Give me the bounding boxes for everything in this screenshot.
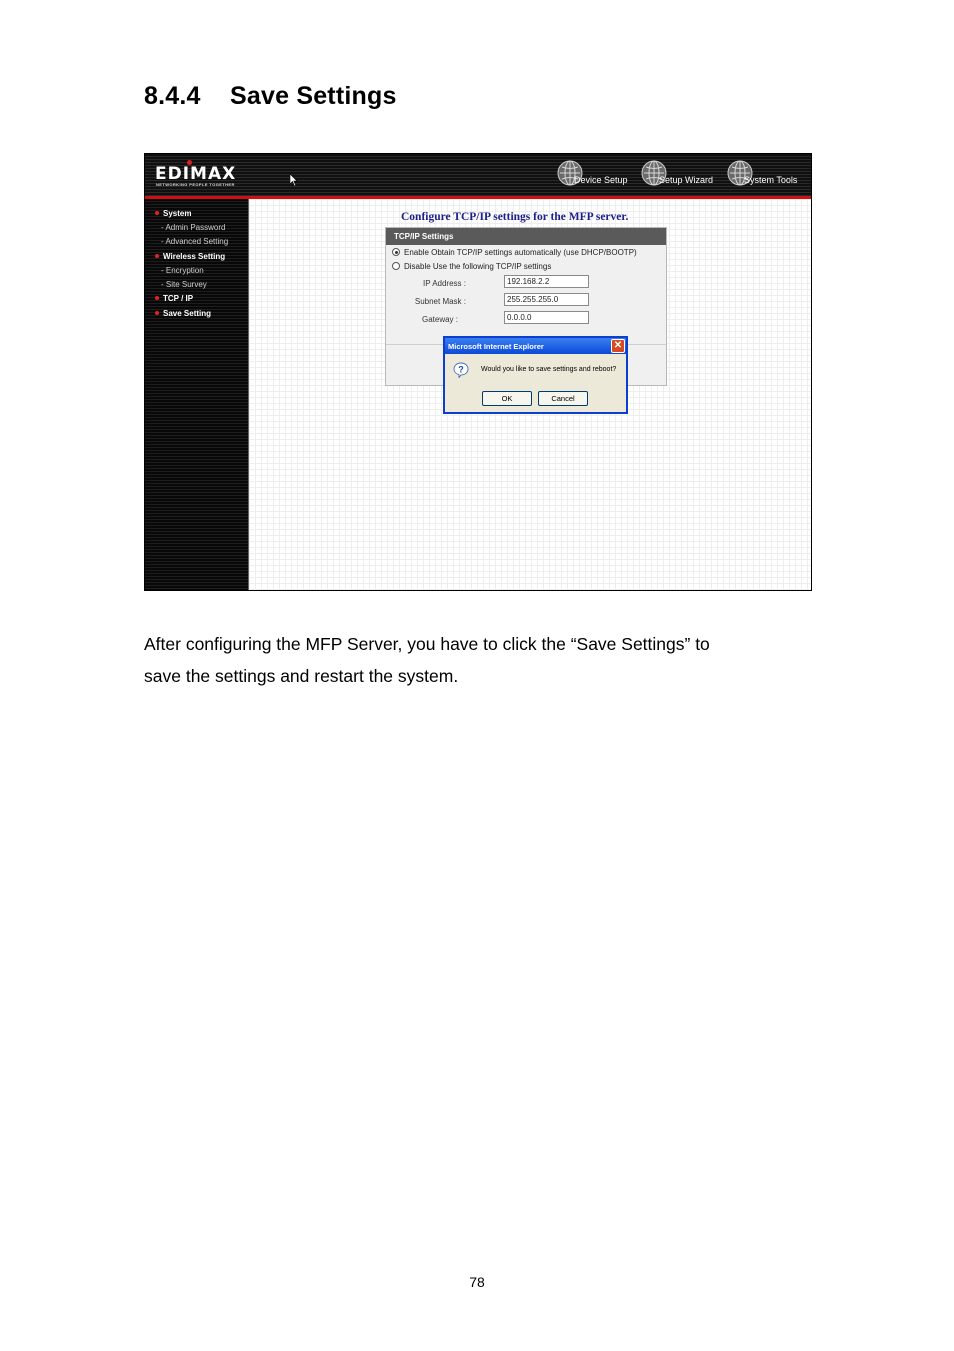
edimax-logo: EDIMAX: [155, 164, 237, 184]
ip-address-input[interactable]: 192.168.2.2: [504, 275, 589, 288]
panel-header: TCP/IP Settings: [386, 228, 666, 245]
config-title: Configure TCP/IP settings for the MFP se…: [401, 211, 629, 223]
sidebar-item-admin-password[interactable]: - Admin Password: [161, 223, 225, 233]
section-number: 8.4.4: [144, 82, 201, 110]
sidebar-menu: System - Admin Password - Advanced Setti…: [145, 199, 248, 590]
radio-unselected-icon[interactable]: [392, 262, 400, 270]
router-config-screenshot: EDIMAX NETWORKING PEOPLE TOGETHER Device…: [144, 153, 812, 591]
body-paragraph-line-1: After configuring the MFP Server, you ha…: [144, 634, 710, 654]
ok-button[interactable]: OK: [482, 391, 532, 406]
gateway-input[interactable]: 0.0.0.0: [504, 311, 589, 324]
dialog-message: Would you like to save settings and rebo…: [481, 366, 617, 373]
subnet-mask-input[interactable]: 255.255.255.0: [504, 293, 589, 306]
page-number: 78: [469, 1274, 485, 1290]
bullet-icon: [155, 296, 159, 300]
sidebar-item-wireless-setting[interactable]: Wireless Setting: [155, 252, 225, 262]
logo-tagline: NETWORKING PEOPLE TOGETHER: [156, 182, 235, 187]
cancel-button[interactable]: Cancel: [538, 391, 588, 406]
nav-label: Setup Wizard: [659, 175, 714, 185]
ip-address-label: IP Address :: [423, 279, 466, 288]
mouse-cursor-icon: [290, 174, 298, 186]
sidebar-item-encryption[interactable]: - Encryption: [161, 266, 204, 276]
dialog-title: Microsoft Internet Explorer: [445, 338, 626, 354]
section-heading: 8.4.4 Save Settings: [144, 82, 397, 111]
radio-selected-icon[interactable]: [392, 248, 400, 256]
nav-label: System Tools: [744, 175, 798, 185]
sidebar-item-system[interactable]: System: [155, 209, 191, 219]
section-title: Save Settings: [230, 82, 397, 110]
sidebar-item-site-survey[interactable]: - Site Survey: [161, 280, 207, 290]
sidebar-item-advanced-setting[interactable]: - Advanced Setting: [161, 237, 228, 247]
gateway-label: Gateway :: [421, 315, 458, 324]
body-paragraph-line-2: save the settings and restart the system…: [144, 666, 459, 686]
nav-system-tools[interactable]: System Tools: [727, 158, 807, 190]
nav-setup-wizard[interactable]: Setup Wizard: [641, 158, 721, 190]
sidebar-item-tcp-ip[interactable]: TCP / IP: [155, 294, 193, 304]
content-area: Configure TCP/IP settings for the MFP se…: [249, 199, 811, 590]
bullet-icon: [155, 254, 159, 258]
dialog-close-icon[interactable]: ✕: [611, 339, 625, 353]
bullet-icon: [155, 211, 159, 215]
radio-option-manual[interactable]: Disable Use the following TCP/IP setting…: [392, 262, 551, 271]
confirm-dialog: Microsoft Internet Explorer ✕ ? Would yo…: [443, 336, 628, 414]
nav-label: Device Setup: [574, 175, 628, 185]
subnet-mask-label: Subnet Mask :: [414, 297, 466, 306]
radio-option-auto[interactable]: Enable Obtain TCP/IP settings automatica…: [392, 248, 637, 257]
question-icon: ?: [453, 362, 469, 378]
bullet-icon: [155, 311, 159, 315]
svg-text:?: ?: [458, 365, 464, 375]
top-banner: EDIMAX NETWORKING PEOPLE TOGETHER Device…: [145, 154, 811, 196]
nav-device-setup[interactable]: Device Setup: [557, 158, 637, 190]
sidebar-item-save-setting[interactable]: Save Setting: [155, 309, 211, 319]
